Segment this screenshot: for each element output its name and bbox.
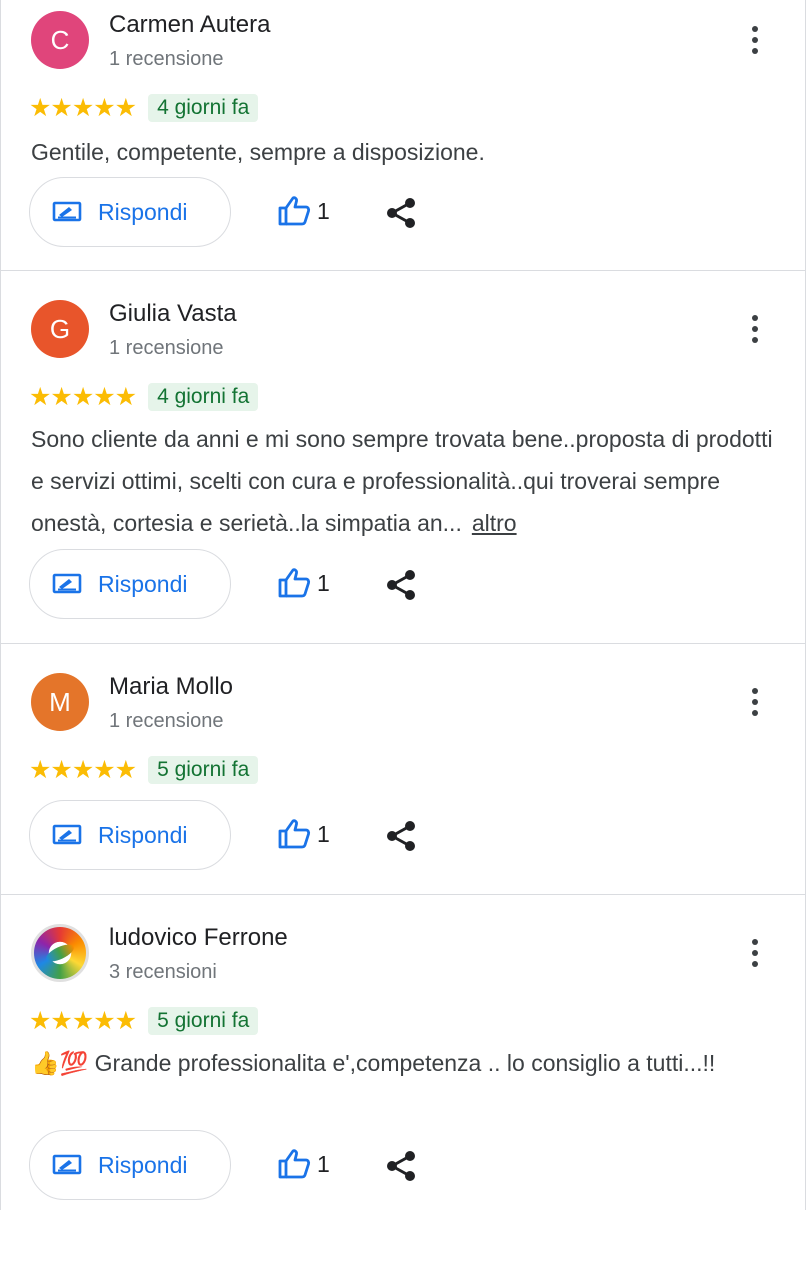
reviewer-name[interactable]: Carmen Autera	[109, 11, 270, 39]
review-count: 1 recensione	[109, 337, 224, 359]
star-rating: ★★★★★	[29, 382, 137, 411]
more-options-button[interactable]	[743, 22, 767, 58]
rating-row: ★★★★★ 5 giorni fa	[29, 755, 259, 785]
more-options-button[interactable]	[743, 311, 767, 347]
share-icon[interactable]	[385, 1150, 417, 1182]
review-card: M Maria Mollo 1 recensione ★★★★★ 5 giorn…	[1, 644, 805, 895]
thumb-up-icon	[278, 819, 311, 849]
reply-label: Rispondi	[98, 198, 188, 225]
rating-row: ★★★★★ 4 giorni fa	[29, 382, 259, 412]
reply-button[interactable]: Rispondi	[29, 177, 231, 247]
thumb-up-icon	[278, 1149, 311, 1179]
like-button[interactable]: 1	[277, 567, 330, 599]
thumb-up-icon	[278, 568, 311, 598]
review-date: 5 giorni fa	[148, 1007, 259, 1035]
review-actions: Rispondi 1	[29, 549, 789, 621]
like-count: 1	[317, 820, 330, 847]
reviewer-name[interactable]: ludovico Ferrone	[109, 924, 288, 952]
review-body: 👍💯 Grande professionalita e',competenza …	[31, 1050, 716, 1076]
review-actions: Rispondi 1	[29, 177, 789, 249]
review-actions: Rispondi 1	[29, 1130, 789, 1202]
like-button[interactable]: 1	[277, 818, 330, 850]
reviews-list: C Carmen Autera 1 recensione ★★★★★ 4 gio…	[0, 0, 806, 1210]
reply-label: Rispondi	[98, 570, 188, 597]
reply-edit-icon	[52, 824, 82, 845]
review-count: 1 recensione	[109, 48, 224, 70]
review-card: C Carmen Autera 1 recensione ★★★★★ 4 gio…	[1, 0, 805, 271]
avatar[interactable]: C	[31, 11, 89, 69]
like-count: 1	[317, 197, 330, 224]
review-date: 5 giorni fa	[148, 756, 259, 784]
thumb-up-icon	[278, 196, 311, 226]
share-icon[interactable]	[385, 569, 417, 601]
avatar[interactable]: G	[31, 300, 89, 358]
rating-row: ★★★★★ 4 giorni fa	[29, 93, 259, 123]
review-card: G Giulia Vasta 1 recensione ★★★★★ 4 gior…	[1, 271, 805, 644]
like-button[interactable]: 1	[277, 1148, 330, 1180]
review-count: 3 recensioni	[109, 961, 217, 983]
rating-row: ★★★★★ 5 giorni fa	[29, 1006, 259, 1036]
review-text: Gentile, competente, sempre a disposizio…	[31, 131, 781, 173]
like-count: 1	[317, 569, 330, 596]
more-options-button[interactable]	[743, 684, 767, 720]
review-count: 1 recensione	[109, 710, 224, 732]
like-button[interactable]: 1	[277, 195, 330, 227]
reviewer-name[interactable]: Giulia Vasta	[109, 300, 237, 328]
review-card: ludovico Ferrone 3 recensioni ★★★★★ 5 gi…	[1, 895, 805, 1210]
avatar[interactable]	[31, 924, 89, 982]
review-date: 4 giorni fa	[148, 94, 259, 122]
share-icon[interactable]	[385, 820, 417, 852]
reply-edit-icon	[52, 1154, 82, 1175]
read-more-link[interactable]: altro	[472, 510, 517, 536]
reply-edit-icon	[52, 201, 82, 222]
reply-button[interactable]: Rispondi	[29, 800, 231, 870]
review-body: Sono cliente da anni e mi sono sempre tr…	[31, 426, 773, 536]
reviewer-name[interactable]: Maria Mollo	[109, 673, 233, 701]
more-options-button[interactable]	[743, 935, 767, 971]
review-date: 4 giorni fa	[148, 383, 259, 411]
review-actions: Rispondi 1	[29, 800, 789, 872]
review-text: 👍💯 Grande professionalita e',competenza …	[31, 1042, 731, 1084]
reply-button[interactable]: Rispondi	[29, 549, 231, 619]
like-count: 1	[317, 1150, 330, 1177]
review-text: Sono cliente da anni e mi sono sempre tr…	[31, 418, 781, 544]
star-rating: ★★★★★	[29, 755, 137, 784]
reply-label: Rispondi	[98, 1151, 188, 1178]
reply-edit-icon	[52, 573, 82, 594]
share-icon[interactable]	[385, 197, 417, 229]
review-body: Gentile, competente, sempre a disposizio…	[31, 139, 485, 165]
reply-label: Rispondi	[98, 821, 188, 848]
star-rating: ★★★★★	[29, 1006, 137, 1035]
reply-button[interactable]: Rispondi	[29, 1130, 231, 1200]
avatar[interactable]: M	[31, 673, 89, 731]
star-rating: ★★★★★	[29, 93, 137, 122]
